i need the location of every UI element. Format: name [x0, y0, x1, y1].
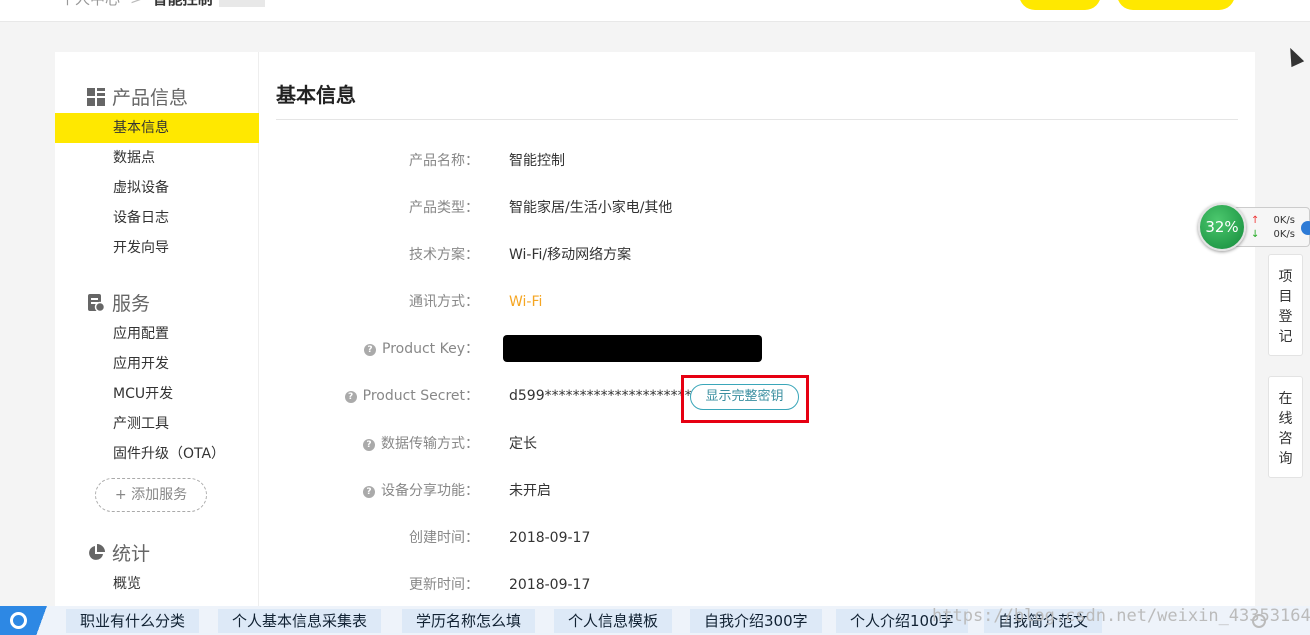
field-value: Wi-Fi/移动网络方案 [509, 247, 632, 263]
sidebar-item-app-config[interactable]: 应用配置 [55, 319, 259, 349]
sidebar-item-mcu-dev[interactable]: MCU开发 [55, 379, 259, 409]
download-rate: 0K/s [1273, 229, 1296, 240]
sidebar-item-prod-test[interactable]: 产测工具 [55, 409, 259, 439]
content-card: 产品信息 基本信息 数据点 虚拟设备 设备日志 开发向导 服务 应用配置 应用开… [55, 52, 1255, 612]
sidebar-item-virtual-device[interactable]: 虚拟设备 [55, 173, 259, 203]
field-label: ? Product Key： [364, 337, 479, 361]
field-value: 2018-09-17 [509, 577, 591, 593]
online-consult-tab[interactable]: 在 线 咨 询 [1268, 376, 1303, 478]
field-value: 智能家居/生活小家电/其他 [509, 200, 673, 216]
breadcrumb-separator: > [130, 0, 143, 8]
download-arrow-icon: ↓ [1251, 229, 1260, 240]
field-row-created: 创建时间： 2018-09-17 [259, 526, 1255, 550]
header-action-button[interactable] [1019, 0, 1101, 10]
breadcrumb-current: 智能控制 [153, 0, 213, 8]
field-value: 智能控制 [509, 153, 565, 169]
field-label: 创建时间： [409, 530, 479, 546]
field-row-updated: 更新时间： 2018-09-17 [259, 573, 1255, 597]
breadcrumb-tag [218, 0, 265, 7]
help-icon[interactable]: ? [363, 486, 375, 498]
sidebar-item-dev-guide[interactable]: 开发向导 [55, 233, 259, 263]
sidebar-section-service: 服务 [87, 289, 150, 316]
sidebar-section-title: 服务 [112, 293, 151, 315]
field-row-product-name: 产品名称： 智能控制 [259, 149, 1255, 173]
upload-arrow-icon: ↑ [1251, 215, 1260, 226]
pie-chart-icon [87, 543, 105, 562]
bottom-link[interactable]: 学历名称怎么填 [402, 609, 536, 633]
mouse-cursor-icon [1283, 44, 1305, 68]
field-label: 产品名称： [409, 153, 479, 169]
bottom-link[interactable]: 职业有什么分类 [66, 609, 200, 633]
help-icon[interactable]: ? [363, 439, 375, 451]
sidebar-item-datapoints[interactable]: 数据点 [55, 143, 259, 173]
field-row-device-share: ? 设备分享功能： 未开启 [259, 479, 1255, 503]
breadcrumb: 个人中心 > 智能控制 [60, 0, 265, 9]
help-icon[interactable]: ? [344, 391, 357, 403]
memory-usage-ball[interactable]: 32% [1198, 203, 1246, 251]
breadcrumb-parent[interactable]: 个人中心 [60, 0, 120, 8]
field-label: 更新时间： [409, 577, 479, 593]
sidebar-item-app-dev[interactable]: 应用开发 [55, 349, 259, 379]
field-label: 通讯方式： [409, 294, 479, 310]
field-label: ? 设备分享功能： [363, 479, 479, 503]
search-logo-icon[interactable] [0, 606, 52, 635]
field-value: 2018-09-17 [509, 530, 591, 546]
field-value: 未开启 [509, 483, 551, 499]
bottom-link[interactable]: 个人基本信息采集表 [218, 609, 382, 633]
sidebar-section-stats: 统计 [87, 539, 150, 566]
help-icon[interactable]: ? [364, 344, 376, 356]
bottom-link[interactable]: 自我介绍300字 [690, 609, 822, 633]
field-row-tech-solution: 技术方案： Wi-Fi/移动网络方案 [259, 243, 1255, 267]
main-panel: 基本信息 产品名称： 智能控制 产品类型： 智能家居/生活小家电/其他 技术方案… [259, 52, 1255, 612]
title-divider [276, 119, 1238, 120]
sidebar-section-title: 产品信息 [112, 87, 189, 109]
header-action-button-2[interactable] [1117, 0, 1235, 10]
sidebar-item-ota[interactable]: 固件升级（OTA） [55, 439, 259, 469]
sidebar: 产品信息 基本信息 数据点 虚拟设备 设备日志 开发向导 服务 应用配置 应用开… [55, 52, 259, 612]
field-row-comm-method: 通讯方式： Wi-Fi [259, 290, 1255, 314]
field-label: ? 数据传输方式： [363, 432, 479, 456]
service-icon [87, 293, 106, 312]
field-label: ? Product Secret： [344, 384, 479, 408]
sidebar-section-product: 产品信息 [87, 83, 188, 110]
sidebar-item-basic-info[interactable]: 基本信息 [55, 113, 259, 143]
top-bar: 个人中心 > 智能控制 [0, 0, 1310, 22]
upload-rate: 0K/s [1273, 215, 1296, 226]
field-row-product-secret: ? Product Secret： d599*******************… [259, 375, 1255, 423]
field-value: 定长 [509, 436, 537, 452]
add-service-button[interactable]: + 添加服务 [95, 478, 207, 512]
field-row-product-type: 产品类型： 智能家居/生活小家电/其他 [259, 196, 1255, 220]
expand-icon[interactable] [1301, 221, 1310, 235]
project-register-tab[interactable]: 项 目 登 记 [1268, 254, 1303, 356]
gear-icon[interactable] [1252, 614, 1266, 628]
field-label: 技术方案： [409, 247, 479, 263]
grid-icon [87, 87, 105, 106]
sidebar-section-title: 统计 [112, 543, 151, 565]
show-full-key-button[interactable]: 显示完整密钥 [690, 384, 799, 410]
field-value-link[interactable]: Wi-Fi [509, 290, 542, 314]
bottom-link[interactable]: 个人信息模板 [554, 609, 673, 633]
field-row-transfer-mode: ? 数据传输方式： 定长 [259, 432, 1255, 456]
page-title: 基本信息 [276, 83, 356, 107]
field-row-product-key: ? Product Key： [259, 335, 1255, 362]
sidebar-item-device-log[interactable]: 设备日志 [55, 203, 259, 233]
field-label: 产品类型： [409, 200, 479, 216]
product-key-redaction [503, 335, 762, 362]
sidebar-item-overview[interactable]: 概览 [55, 569, 259, 599]
